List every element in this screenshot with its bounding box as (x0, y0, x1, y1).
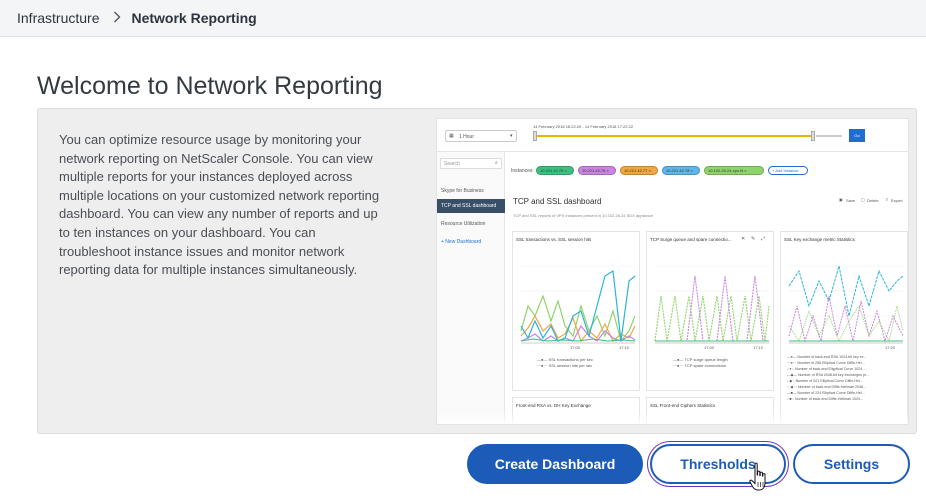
search-icon: ⌕ (495, 160, 498, 166)
preview-new-dashboard-link: + New Dashboard (441, 239, 482, 245)
preview-sidebar: Search ⌕ Skype for Business TCP and SSL … (437, 152, 505, 424)
preview-instance-pill: 10.102.26.24-vpx-N × (704, 166, 764, 175)
preview-add-instance-button: + Add Instance (768, 166, 808, 175)
preview-legend-label: TCP surge queue length (684, 357, 728, 362)
preview-chart-card: SSL Key exchange metric Statistics 17:20… (780, 231, 908, 424)
preview-sidebar-item-active: TCP and SSL dashboard (437, 199, 505, 213)
save-icon: ▣ (839, 197, 843, 202)
preview-legend-entry: ···●··· Number of 256 Elliptical Curve D… (787, 361, 865, 365)
export-icon: ⇪ (885, 197, 889, 202)
preview-legend-entry: ···●··· SSL session hits per sec (537, 363, 593, 368)
close-icon: ✕ (741, 236, 746, 242)
chevron-right-icon (113, 11, 121, 26)
preview-axis-tick: 17:00 (570, 345, 581, 350)
preview-slider-handle-right (811, 131, 815, 141)
calendar-icon: ▦ (449, 133, 454, 139)
preview-chart-title: SSL Key exchange metric Statistics (784, 237, 855, 242)
preview-sidebar-item: Resource Utilization (441, 221, 486, 227)
preview-fade (437, 411, 908, 424)
preview-search-box: Search ⌕ (440, 158, 502, 169)
preview-legend-entry: —●— SSL transactions per sec (537, 357, 593, 362)
preview-chart-title: Front-end RSA vs. DH Key Exchange (516, 403, 591, 408)
preview-instance-pill: 10.221.42.76 × (578, 166, 616, 175)
preview-search-placeholder: Search (444, 161, 460, 167)
preview-sidebar-item: Skype for Business (441, 188, 484, 194)
trash-icon: ▢ (861, 197, 865, 202)
preview-line-chart-ssl (520, 265, 636, 344)
preview-chart-card: SSL transactions vs. SSL session hits 17… (512, 231, 640, 391)
preview-legend-entry: -·◆·- Number of 521 Elliptical Curve Dif… (787, 379, 863, 383)
preview-legend-label: Number of back-end Diffie-Hellman 2048..… (797, 385, 867, 389)
preview-legend-label: SSL session hits per sec (548, 363, 593, 368)
preview-divider (437, 151, 908, 152)
preview-time-range: 14 February 2018 16:22:20 - 14 February … (533, 124, 634, 129)
preview-dashboard-title: TCP and SSL dashboard (513, 197, 602, 206)
preview-legend-label: Number of RSA 2048-bit key exchanges pr.… (797, 373, 869, 377)
preview-legend-label: SSL transactions per sec (548, 357, 593, 362)
preview-axis-tick: 17:10 (753, 345, 764, 350)
preview-instance-pill: 10.221.42.78 × (662, 166, 700, 175)
breadcrumb: Infrastructure Network Reporting (0, 0, 926, 37)
preview-legend-entry: ···●··· TCP spare connections (673, 363, 726, 368)
preview-time-slider (533, 135, 813, 137)
preview-go-button: Go (849, 129, 865, 142)
preview-axis-tick: 17:00 (704, 345, 715, 350)
preview-instances-label: Instances: (511, 168, 534, 174)
preview-save-action: Save (846, 198, 856, 203)
preview-chart-card: TCP Surge queue and spare connectio... ✕… (646, 231, 774, 391)
hand-pointer-icon (749, 462, 769, 497)
intro-panel: You can optimize resource usage by monit… (37, 108, 917, 434)
breadcrumb-root-link[interactable]: Infrastructure (17, 10, 99, 26)
edit-icon: ✎ (751, 236, 756, 242)
preview-legend-label: Number of 521 Elliptical Curve Diffie-He… (795, 379, 863, 383)
preview-chart-title: SSL transactions vs. SSL session hits (516, 237, 592, 242)
preview-legend-label: Number of back-end RSA 1024-bit key ex..… (797, 355, 867, 359)
preview-slider-track (816, 135, 842, 137)
preview-legend-label: Number of 224 Elliptical Curve Diffie-He… (797, 391, 865, 395)
preview-legend-entry: —◆— Number of RSA 2048-bit key exchanges… (787, 373, 869, 377)
intro-description: You can optimize resource usage by monit… (59, 132, 380, 278)
preview-legend-label: Number of 256 Elliptical Curve Diffie-He… (797, 361, 865, 365)
preview-legend-entry: —●— Number of back-end RSA 1024-bit key … (787, 355, 867, 359)
dashboard-preview-image: ▦ 1 Hour ▾ 14 February 2018 16:22:20 - 1… (436, 118, 909, 425)
preview-chart-title: TCP Surge queue and spare connectio... (650, 237, 732, 242)
expand-icon: ⤢ (761, 236, 766, 242)
preview-legend-label: Number of back-end Diffie-Hellman 1024..… (794, 397, 864, 401)
breadcrumb-current: Network Reporting (131, 10, 257, 26)
preview-legend-entry: -·●·- Number of back-end Ellyptical Curv… (787, 367, 866, 371)
create-dashboard-button[interactable]: Create Dashboard (467, 444, 643, 484)
settings-button[interactable]: Settings (793, 444, 910, 484)
preview-instance-pill: 10.221.42.75 × (536, 166, 574, 175)
preview-dashboard-subtitle: TCP and SSL reports of VPX instances pre… (513, 213, 654, 218)
preview-line-chart-tcp (654, 265, 770, 344)
preview-slider-handle-left (533, 131, 537, 141)
preview-legend-entry: -·■·- Number of back-end Diffie-Hellman … (787, 397, 864, 401)
preview-axis-tick: 17:20 (885, 345, 896, 350)
preview-legend-entry: ···◆··· Number of back-end Diffie-Hellma… (787, 385, 867, 389)
preview-legend-label: Number of back-end Ellyptical Curve 1024… (794, 367, 866, 371)
chevron-down-icon: ▾ (510, 133, 513, 139)
page-title: Welcome to Network Reporting (37, 72, 383, 100)
preview-time-select-value: 1 Hour (459, 134, 475, 140)
preview-sidebar-item-label: TCP and SSL dashboard (441, 203, 497, 209)
preview-legend-label: TCP spare connections (684, 363, 726, 368)
preview-legend-entry: —■— Number of 224 Elliptical Curve Diffi… (787, 391, 865, 395)
preview-axis-tick: 17:10 (619, 345, 630, 350)
preview-export-action: Export (891, 198, 903, 203)
preview-chart-title: SSL Front-end Ciphers Statistics (650, 403, 716, 408)
preview-instance-pill: 10.221.42.77 × (620, 166, 658, 175)
preview-delete-action: Delete (867, 198, 879, 203)
preview-time-select: ▦ 1 Hour ▾ (445, 130, 517, 142)
preview-legend-entry: —●— TCP surge queue length (673, 357, 728, 362)
